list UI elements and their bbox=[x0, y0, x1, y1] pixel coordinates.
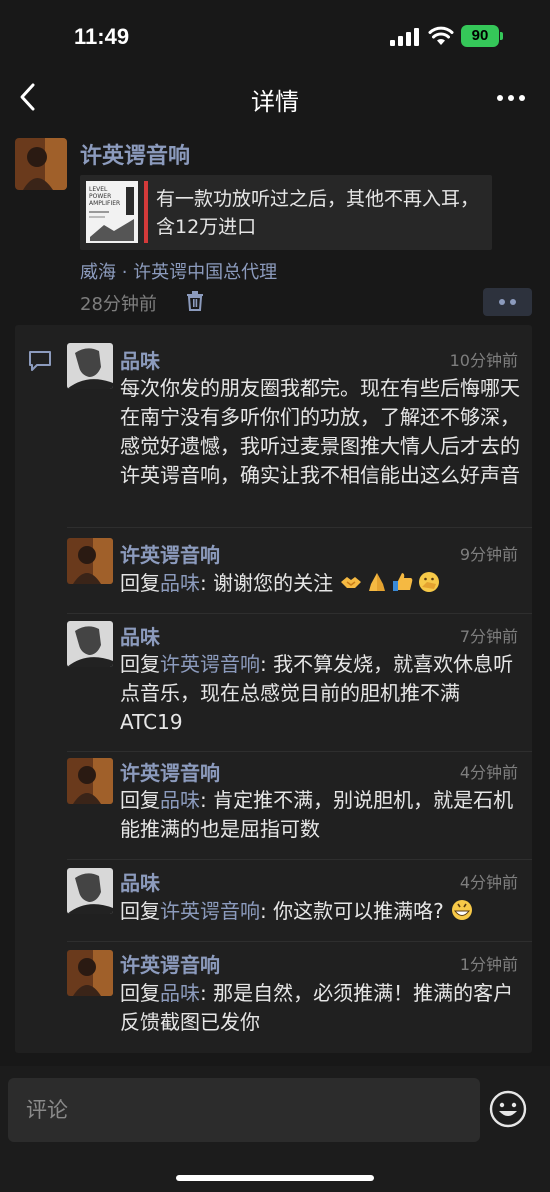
thumbs-up-emoji-icon bbox=[393, 573, 413, 591]
comment-text: 每次你发的朋友圈我都完。现在有些后悔哪天在南宁没有多听你们的功放，了解还不够深，… bbox=[120, 376, 520, 487]
commenter-avatar[interactable] bbox=[67, 621, 113, 667]
commenter-avatar[interactable] bbox=[67, 868, 113, 914]
wifi-icon bbox=[428, 26, 454, 45]
reply-prefix: 回复 bbox=[120, 652, 160, 676]
reply-prefix: 回复 bbox=[120, 571, 160, 595]
nav-bar: 详情 bbox=[0, 70, 550, 125]
hand-over-mouth-emoji-icon bbox=[419, 572, 440, 592]
comment-item[interactable]: 品味 10分钟前 每次你发的朋友圈我都完。现在有些后悔哪天在南宁没有多听你们的功… bbox=[67, 343, 532, 533]
thumb-line-3: AMPLIFIER bbox=[89, 200, 120, 207]
comment-text: 回复品味: 那是自然，必须推满！推满的客户反馈截图已发你 bbox=[120, 979, 520, 1037]
page-title: 详情 bbox=[251, 88, 299, 116]
reply-to-name[interactable]: 许英谔音响 bbox=[160, 899, 260, 923]
reply-to-name[interactable]: 品味 bbox=[160, 571, 200, 595]
commenter-name[interactable]: 许英谔音响 bbox=[120, 757, 220, 786]
commenter-name[interactable]: 许英谔音响 bbox=[120, 949, 220, 978]
comment-input-bar: 评论 bbox=[0, 1066, 550, 1192]
handshake-emoji-icon bbox=[341, 577, 362, 588]
reply-body: : 谢谢您的关注 bbox=[200, 571, 334, 595]
commenter-name[interactable]: 品味 bbox=[120, 621, 160, 650]
commenter-name[interactable]: 许英谔音响 bbox=[120, 539, 220, 568]
comment-item[interactable]: 品味 7分钟前 回复许英谔音响: 我不算发烧，就喜欢休息听点音乐，现在总感觉目前… bbox=[67, 613, 532, 751]
comment-item[interactable]: 许英谔音响 4分钟前 回复品味: 肯定推不满，别说胆机，就是石机能推满的也是屈指… bbox=[67, 751, 532, 859]
menu-dot-icon bbox=[499, 299, 505, 305]
comment-item[interactable]: 品味 4分钟前 回复许英谔音响: 你这款可以推满咯? bbox=[67, 859, 532, 941]
reply-prefix: 回复 bbox=[120, 899, 160, 923]
reply-to-name[interactable]: 许英谔音响 bbox=[160, 652, 260, 676]
reply-body: : 你这款可以推满咯? bbox=[260, 899, 444, 923]
shared-article-card[interactable]: LEVEL POWER AMPLIFIER 有一款功放听过之后，其他不再入耳，含… bbox=[80, 175, 492, 250]
comment-input[interactable]: 评论 bbox=[8, 1078, 480, 1142]
comment-text: 回复许英谔音响: 我不算发烧，就喜欢休息听点音乐，现在总感觉目前的胆机推不满 A… bbox=[120, 650, 520, 737]
shared-article-thumbnail: LEVEL POWER AMPLIFIER bbox=[86, 181, 138, 243]
like-comment-menu-button[interactable] bbox=[483, 288, 532, 316]
post-author-name[interactable]: 许英谔音响 bbox=[80, 138, 190, 170]
post-author-avatar[interactable] bbox=[15, 138, 67, 190]
comment-text: 回复品味: 谢谢您的关注 bbox=[120, 569, 520, 598]
reply-to-name[interactable]: 品味 bbox=[160, 788, 200, 812]
status-time: 11:49 bbox=[74, 24, 130, 49]
comment-time: 4分钟前 bbox=[459, 873, 518, 892]
post-location[interactable]: 威海 · 许英谔中国总代理 bbox=[80, 258, 277, 284]
menu-dot-icon bbox=[510, 299, 516, 305]
comment-text: 回复许英谔音响: 你这款可以推满咯? bbox=[120, 897, 520, 926]
comment-text: 回复品味: 肯定推不满，别说胆机，就是石机能推满的也是屈指可数 bbox=[120, 786, 520, 844]
thumb-line-1: LEVEL bbox=[89, 186, 108, 193]
status-bar: 11:49 90 bbox=[0, 0, 550, 70]
reply-prefix: 回复 bbox=[120, 788, 160, 812]
trash-icon[interactable] bbox=[186, 291, 204, 311]
article-accent-bar bbox=[144, 181, 148, 243]
cellular-signal-icon bbox=[390, 28, 419, 46]
home-indicator bbox=[176, 1175, 374, 1181]
thumb-line-2: POWER bbox=[89, 193, 111, 200]
comment-time: 4分钟前 bbox=[459, 763, 518, 782]
more-dots-icon[interactable] bbox=[496, 94, 526, 102]
reply-to-name[interactable]: 品味 bbox=[160, 981, 200, 1005]
grinning-emoji-icon bbox=[452, 900, 473, 920]
comments-panel: 品味 10分钟前 每次你发的朋友圈我都完。现在有些后悔哪天在南宁没有多听你们的功… bbox=[15, 325, 532, 1053]
comment-time: 7分钟前 bbox=[459, 627, 518, 646]
comment-bubble-icon bbox=[29, 351, 51, 371]
shared-article-title: 有一款功放听过之后，其他不再入耳，含12万进口 bbox=[156, 188, 480, 238]
post-time: 28分钟前 bbox=[80, 294, 157, 315]
battery-indicator: 90 bbox=[461, 25, 499, 47]
emoji-picker-icon[interactable] bbox=[489, 1090, 527, 1128]
comment-time: 10分钟前 bbox=[449, 351, 518, 370]
commenter-avatar[interactable] bbox=[67, 758, 113, 804]
battery-cap bbox=[500, 32, 503, 40]
comment-time: 9分钟前 bbox=[459, 545, 518, 564]
comment-item[interactable]: 许英谔音响 1分钟前 回复品味: 那是自然，必须推满！推满的客户反馈截图已发你 bbox=[67, 941, 532, 1051]
commenter-name[interactable]: 品味 bbox=[120, 345, 160, 374]
commenter-avatar[interactable] bbox=[67, 950, 113, 996]
commenter-avatar[interactable] bbox=[67, 343, 113, 389]
comment-item[interactable]: 许英谔音响 9分钟前 回复品味: 谢谢您的关注 bbox=[67, 527, 532, 613]
comment-time: 1分钟前 bbox=[459, 955, 518, 974]
commenter-name[interactable]: 品味 bbox=[120, 867, 160, 896]
commenter-avatar[interactable] bbox=[67, 538, 113, 584]
folded-hands-emoji-icon bbox=[369, 573, 386, 591]
reply-prefix: 回复 bbox=[120, 981, 160, 1005]
